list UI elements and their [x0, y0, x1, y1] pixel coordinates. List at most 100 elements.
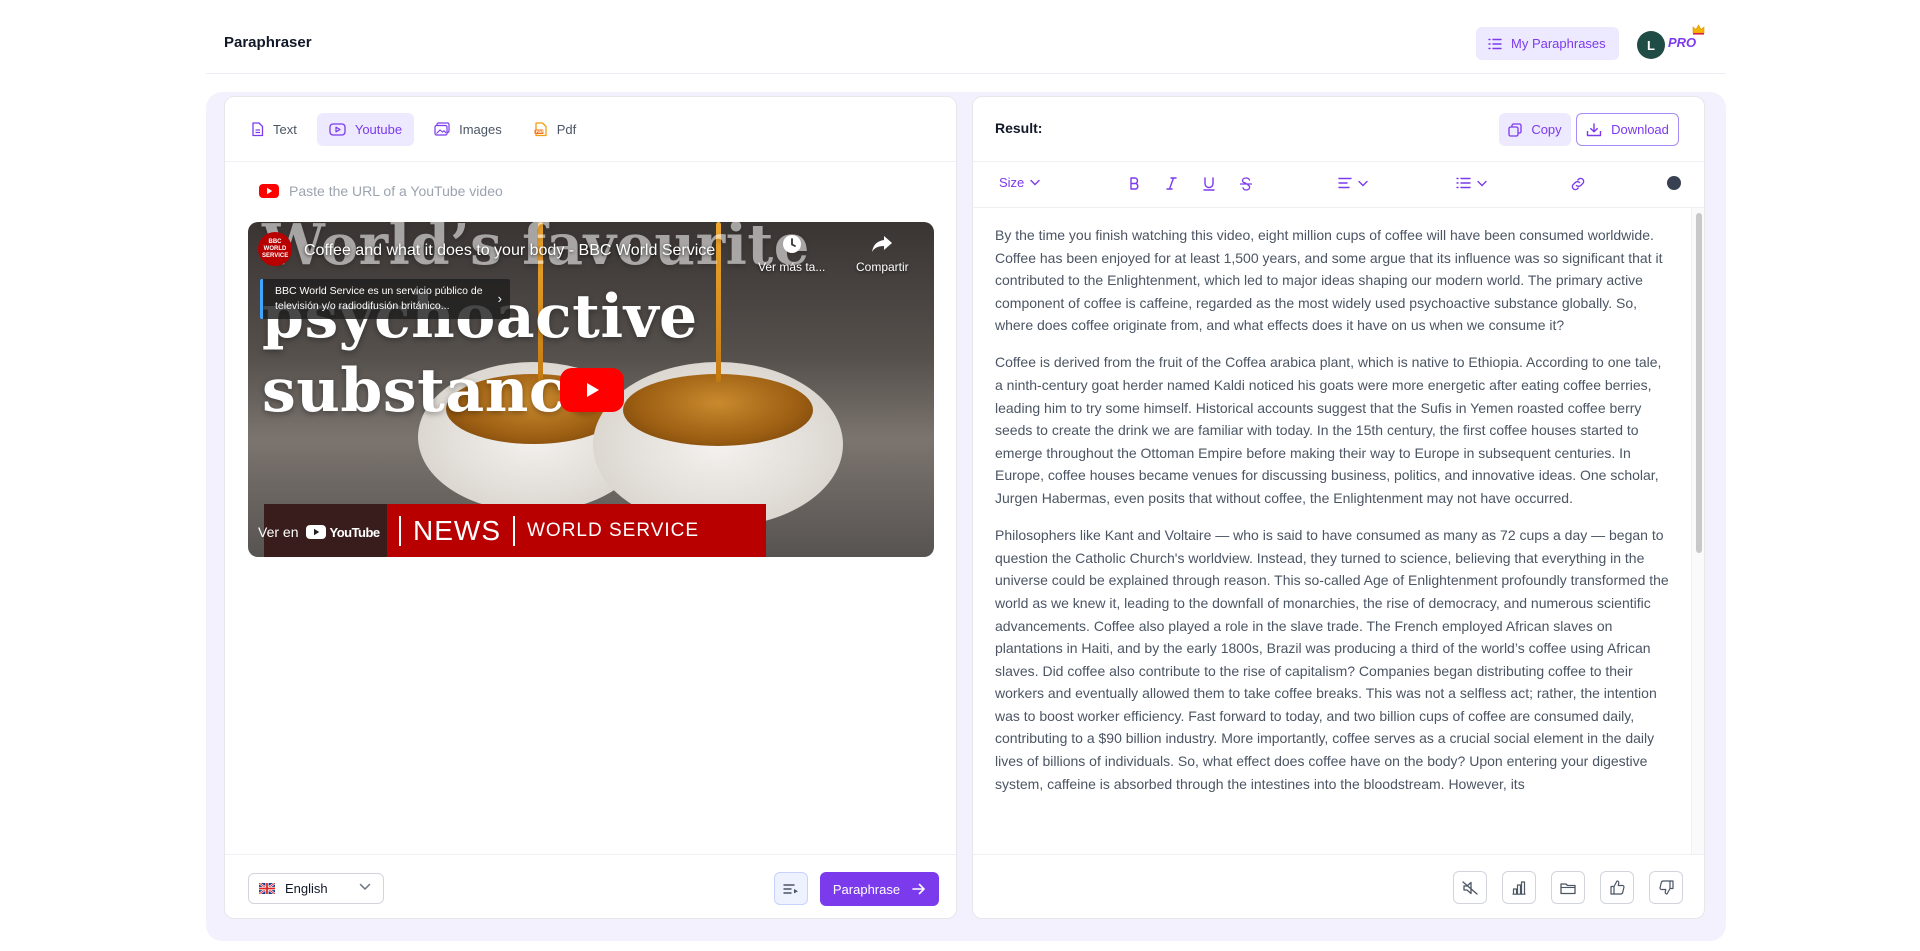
underline-icon	[1203, 177, 1215, 191]
tab-text-label: Text	[273, 121, 297, 137]
chevron-down-icon	[1358, 180, 1368, 187]
result-footer	[973, 854, 1704, 918]
language-select[interactable]: English	[248, 873, 384, 904]
tab-pdf[interactable]: PDF Pdf	[522, 113, 589, 146]
underline-button[interactable]	[1203, 177, 1215, 191]
scrollbar-thumb[interactable]	[1696, 213, 1702, 553]
share-icon	[871, 234, 893, 254]
notice-text: BBC World Service es un servicio público…	[275, 285, 483, 312]
coffee-surface-right	[623, 374, 813, 446]
watch-on-label: Ver en	[258, 524, 299, 540]
link-icon	[1570, 177, 1586, 191]
channel-avatar[interactable]: BBC WORLD SERVICE	[258, 232, 292, 266]
input-footer: English Paraphrase	[225, 854, 956, 918]
paraphrase-options-button[interactable]	[774, 872, 808, 905]
bold-button[interactable]	[1129, 177, 1140, 190]
result-title: Result:	[995, 120, 1043, 136]
copy-button[interactable]: Copy	[1499, 113, 1571, 146]
banner-divider	[513, 515, 515, 546]
watch-on-youtube-button[interactable]: Ver en YouTube	[258, 524, 380, 540]
strikethrough-icon	[1240, 177, 1252, 191]
text-color-picker[interactable]	[1667, 176, 1681, 190]
tab-pdf-label: Pdf	[556, 121, 577, 137]
statistics-button[interactable]	[1502, 871, 1536, 904]
input-panel: Text Youtube Images PDF Pdf Paste the UR…	[224, 96, 957, 919]
clock-icon	[782, 234, 802, 254]
align-left-icon	[1338, 177, 1352, 189]
play-button[interactable]	[560, 368, 624, 412]
bullet-list-icon	[1456, 177, 1471, 189]
file-text-icon	[251, 121, 264, 137]
tab-text[interactable]: Text	[239, 113, 309, 146]
folder-icon	[1560, 881, 1576, 895]
result-paragraph: By the time you finish watching this vid…	[995, 227, 1663, 334]
tab-youtube-label: Youtube	[354, 121, 403, 137]
bold-icon	[1129, 177, 1140, 190]
chevron-right-icon: ›	[497, 291, 502, 306]
url-row	[259, 183, 889, 199]
result-panel: Result: Copy Download Size By the time y…	[972, 96, 1705, 919]
format-toolbar: Size	[973, 162, 1704, 208]
bar-chart-icon	[1512, 880, 1526, 895]
italic-icon	[1166, 177, 1177, 190]
download-button[interactable]: Download	[1576, 113, 1679, 146]
app-title: Paraphraser	[224, 34, 312, 51]
strikethrough-button[interactable]	[1240, 177, 1252, 191]
image-icon	[434, 122, 450, 136]
thumbs-up-button[interactable]	[1600, 871, 1634, 904]
thumbs-down-button[interactable]	[1649, 871, 1683, 904]
align-select[interactable]	[1338, 177, 1368, 189]
paraphrase-button[interactable]: Paraphrase	[820, 872, 939, 906]
copy-icon	[1508, 122, 1522, 137]
pro-badge: PRO	[1668, 35, 1697, 50]
crown-icon	[1692, 24, 1705, 35]
arrow-right-icon	[912, 883, 926, 895]
result-header: Result: Copy Download	[973, 97, 1704, 162]
banner-divider	[399, 515, 401, 546]
video-overlay-line3: substance	[262, 356, 605, 426]
youtube-play-icon	[306, 525, 327, 539]
chevron-down-icon	[1477, 180, 1487, 187]
svg-text:PDF: PDF	[535, 130, 544, 134]
source-tabs: Text Youtube Images PDF Pdf	[225, 97, 956, 162]
watch-later-button[interactable]: Ver más ta...	[758, 234, 825, 274]
save-to-folder-button[interactable]	[1551, 871, 1585, 904]
text-to-speech-button[interactable]	[1453, 871, 1487, 904]
paraphrase-label: Paraphrase	[832, 881, 901, 897]
chevron-down-icon	[1030, 179, 1040, 186]
size-label: Size	[999, 175, 1025, 190]
my-paraphrases-button[interactable]: My Paraphrases	[1476, 27, 1619, 60]
tab-youtube[interactable]: Youtube	[316, 112, 415, 146]
news-label: NEWS	[413, 514, 501, 546]
thumbs-down-icon	[1658, 880, 1674, 895]
tab-images[interactable]: Images	[422, 113, 514, 146]
font-size-select[interactable]: Size	[999, 175, 1040, 190]
youtube-video-embed[interactable]: World’s favourite psychoactive substance…	[248, 222, 934, 557]
result-text[interactable]: By the time you finish watching this vid…	[973, 208, 1691, 853]
copy-label: Copy	[1531, 122, 1562, 137]
share-label: Compartir	[856, 260, 909, 274]
avatar[interactable]: L	[1637, 31, 1665, 59]
thumbs-up-icon	[1609, 880, 1625, 895]
video-title[interactable]: Coffee and what it does to your body - B…	[304, 242, 715, 260]
list-select[interactable]	[1456, 177, 1487, 189]
uk-flag-icon	[259, 883, 275, 894]
italic-button[interactable]	[1166, 177, 1177, 190]
public-broadcaster-notice[interactable]: BBC World Service es un servicio público…	[260, 279, 510, 319]
download-icon	[1586, 122, 1602, 137]
list-icon	[1488, 38, 1502, 50]
pdf-icon: PDF	[534, 121, 548, 137]
speaker-muted-icon	[1462, 880, 1478, 895]
world-service-label: WORLD SERVICE	[527, 519, 700, 541]
download-label: Download	[1611, 122, 1669, 137]
link-button[interactable]	[1570, 177, 1586, 191]
result-scrollbar[interactable]	[1691, 208, 1704, 854]
chevron-down-icon	[359, 883, 371, 891]
share-button[interactable]: Compartir	[856, 234, 909, 274]
my-paraphrases-label: My Paraphrases	[1511, 36, 1606, 51]
tab-images-label: Images	[459, 121, 502, 137]
top-bar: Paraphraser My Paraphrases L PRO	[206, 0, 1726, 74]
result-paragraph: Philosophers like Kant and Voltaire — wh…	[995, 527, 1669, 792]
youtube-url-input[interactable]	[289, 183, 889, 199]
result-paragraph: Coffee is derived from the fruit of the …	[995, 354, 1662, 507]
